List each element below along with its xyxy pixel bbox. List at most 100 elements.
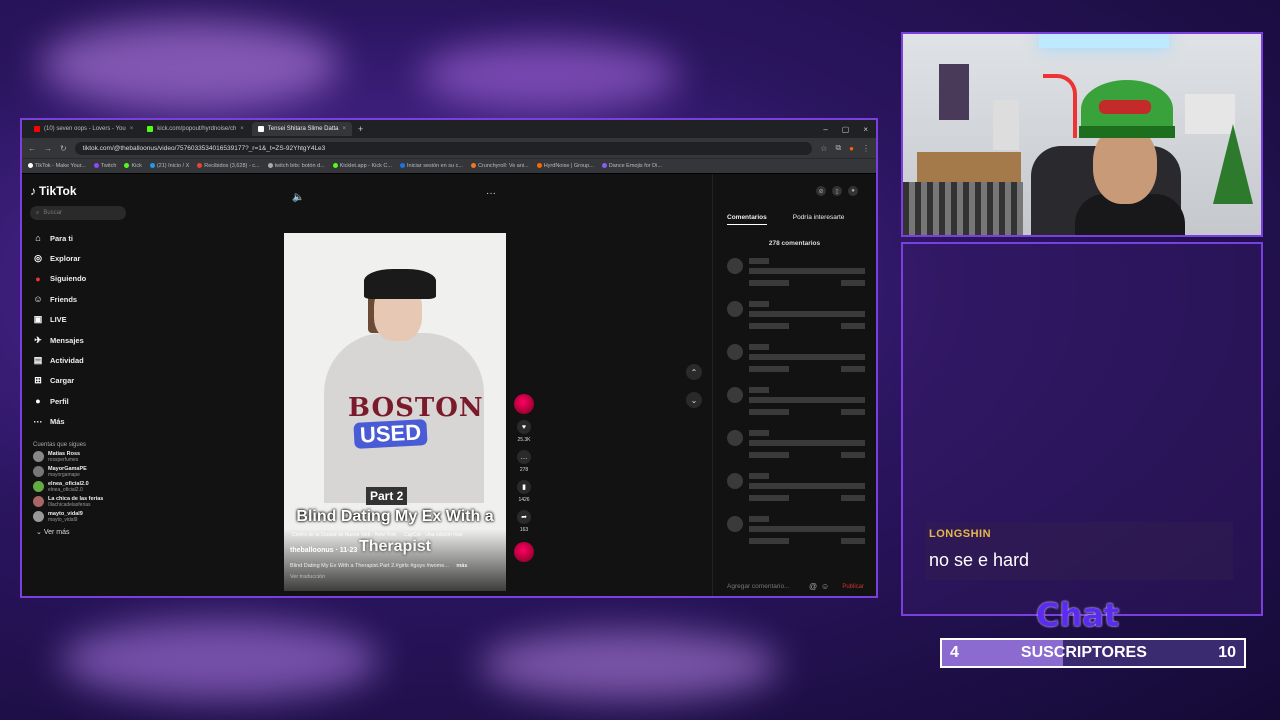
tab-comments[interactable]: Comentarios bbox=[727, 214, 767, 225]
bookmark-item[interactable]: Recibidos (3,628) - c... bbox=[197, 163, 260, 169]
skeleton-line bbox=[749, 311, 865, 317]
nav-item-actividad[interactable]: ▤ Actividad bbox=[30, 350, 126, 370]
bookmark-favicon-icon bbox=[267, 163, 273, 169]
extensions-icon[interactable]: ⧉ bbox=[835, 143, 841, 153]
bookmark-favicon-icon bbox=[536, 163, 542, 169]
menu-icon[interactable]: ⋮ bbox=[862, 144, 870, 153]
maximize-icon[interactable]: ▢ bbox=[842, 125, 850, 134]
address-bar[interactable]: tiktok.com/@theballoonus/video/757603353… bbox=[74, 141, 813, 155]
comment-count-label: 278 comentarios bbox=[768, 240, 821, 247]
account-handle: rossperfumes bbox=[48, 456, 79, 463]
bookmark-item[interactable]: Iniciar sesión en su c... bbox=[400, 163, 463, 169]
nav-item-mensajes[interactable]: ✈ Mensajes bbox=[30, 330, 126, 350]
video-player[interactable]: BOSTON USED Part 2 Blind Dating My Ex Wi… bbox=[284, 233, 506, 591]
publish-button[interactable]: Publicar bbox=[842, 584, 864, 590]
following-account[interactable]: Matias Ross rossperfumes bbox=[33, 451, 126, 463]
creator-avatar[interactable] bbox=[514, 394, 534, 414]
next-video-button[interactable]: ⌄ bbox=[686, 392, 702, 408]
video-person-cap bbox=[364, 269, 436, 299]
avatar bbox=[727, 473, 743, 489]
bookmark-item[interactable]: Crunchyroll: Ve ani... bbox=[470, 163, 529, 169]
nav-item-friends[interactable]: ☺ Friends bbox=[30, 289, 126, 309]
translate-link[interactable]: Ver traducción bbox=[290, 574, 325, 580]
video-author[interactable]: theballoonus · 11-23 bbox=[290, 547, 357, 554]
skeleton-line bbox=[749, 323, 789, 329]
close-window-icon[interactable]: × bbox=[863, 125, 868, 134]
following-account[interactable]: elnea_oficial2.0 elnea_oficial2.0 bbox=[33, 481, 126, 493]
nav-item-m-s[interactable]: ··· Más bbox=[30, 412, 126, 432]
nav-item-live[interactable]: ▣ LIVE bbox=[30, 310, 126, 330]
following-account[interactable]: mayto_vidal9 mayto_vidal9 bbox=[33, 511, 126, 523]
bookmark-icon[interactable]: ▮ bbox=[517, 480, 531, 494]
tab-interest[interactable]: Podría interesarte bbox=[793, 214, 845, 225]
minimize-icon[interactable]: – bbox=[823, 125, 827, 134]
forward-icon[interactable]: → bbox=[44, 144, 52, 153]
nav-item-cargar[interactable]: ⊞ Cargar bbox=[30, 371, 126, 391]
nav-item-siguiendo[interactable]: ● Siguiendo bbox=[30, 269, 126, 289]
more-options-icon[interactable]: ··· bbox=[486, 188, 496, 199]
sound-disc-icon[interactable] bbox=[514, 542, 534, 562]
back-icon[interactable]: ← bbox=[28, 144, 36, 153]
browser-tab[interactable]: kick.com/popout/hyrdnoise/ch × bbox=[141, 122, 250, 136]
nav-item-explorar[interactable]: ◎ Explorar bbox=[30, 248, 126, 268]
comment-icon[interactable]: … bbox=[517, 450, 531, 464]
following-account[interactable]: MayorGamaPE mayorgamape bbox=[33, 466, 126, 478]
following-icon: ● bbox=[35, 273, 41, 284]
comment-skeleton bbox=[727, 258, 867, 294]
bookmark-item[interactable]: HyrdNoise | Group... bbox=[536, 163, 594, 169]
comments-tabs: Comentarios Podría interesarte bbox=[727, 214, 866, 225]
see-more-link[interactable]: ⌄ Ver más bbox=[36, 528, 126, 536]
bookmark-item[interactable]: Kick bbox=[124, 163, 142, 169]
user-avatar[interactable]: ● bbox=[848, 186, 858, 196]
tiktok-logo[interactable]: ♪ TikTok bbox=[30, 184, 126, 198]
following-account[interactable]: La chica de las ferias 0lachicadelasferia… bbox=[33, 496, 126, 508]
mention-icon[interactable]: @ bbox=[809, 582, 817, 591]
device-icon[interactable]: ▯ bbox=[832, 186, 842, 196]
used-sticker: USED bbox=[353, 419, 428, 449]
previous-video-button[interactable]: ⌃ bbox=[686, 364, 702, 380]
star-icon[interactable]: ☆ bbox=[820, 144, 827, 153]
search-icon: ⌕ bbox=[36, 209, 40, 216]
nav-list: ⌂ Para ti ◎ Explorar ● Siguiendo ☺ Friends ▣ LIVE… bbox=[30, 228, 126, 432]
new-tab-icon[interactable]: + bbox=[358, 124, 363, 134]
share-icon[interactable]: ➦ bbox=[517, 510, 531, 524]
browser-tab[interactable]: (10) seven oops - Lovers - You × bbox=[28, 122, 139, 136]
elf-hat-stripe bbox=[1099, 100, 1151, 114]
nav-item-para-ti[interactable]: ⌂ Para ti bbox=[30, 228, 126, 248]
bookmark-item[interactable]: Dance Emojis for Di... bbox=[601, 163, 662, 169]
account-handle: mayto_vidal9 bbox=[48, 516, 78, 523]
more-link[interactable]: más bbox=[456, 563, 467, 569]
skeleton-line bbox=[749, 495, 789, 501]
skeleton-line bbox=[841, 409, 865, 415]
settings-icon[interactable]: ⊘ bbox=[816, 186, 826, 196]
reload-icon[interactable]: ↻ bbox=[60, 144, 67, 153]
skeleton-line bbox=[749, 344, 769, 350]
search-input[interactable]: ⌕ Buscar bbox=[30, 206, 126, 220]
bookmark-item[interactable]: Twitch bbox=[93, 163, 116, 169]
navigation-bar: ← → ↻ tiktok.com/@theballoonus/video/757… bbox=[22, 138, 876, 158]
tiktok-page: ♪ TikTok ⌕ Buscar ⌂ Para ti ◎ Explorar ● Siguie… bbox=[22, 174, 876, 596]
skeleton-line bbox=[841, 452, 865, 458]
video-description: Blind Dating My Ex With a Therapist.Part… bbox=[290, 563, 468, 569]
home-icon: ⌂ bbox=[35, 233, 41, 244]
close-icon[interactable]: × bbox=[240, 126, 244, 132]
video-actions: ♥ 25.3K … 278 ▮ 1426 ➦ 163 bbox=[514, 394, 534, 568]
bookmark-item[interactable]: Kicklet.app - Kick C... bbox=[332, 163, 392, 169]
browser-tab-active[interactable]: Tensei Shitara Slime Datta × bbox=[251, 122, 353, 136]
close-icon[interactable]: × bbox=[130, 126, 134, 132]
comment-input[interactable]: Agregar comentario... bbox=[727, 583, 790, 590]
bookmark-item[interactable]: TikTok - Make Your... bbox=[28, 163, 86, 169]
close-icon[interactable]: × bbox=[343, 126, 347, 132]
like-icon[interactable]: ♥ bbox=[517, 420, 531, 434]
youtube-icon bbox=[34, 126, 40, 132]
following-list: Matias Ross rossperfumes MayorGamaPE mayorg… bbox=[30, 451, 126, 523]
bed bbox=[903, 182, 1023, 235]
bookmark-item[interactable]: twitch bits: botón d... bbox=[267, 163, 325, 169]
background-blob bbox=[420, 40, 680, 110]
nav-item-perfil[interactable]: ● Perfil bbox=[30, 391, 126, 411]
profile-avatar-icon[interactable]: ● bbox=[849, 144, 854, 153]
bookmark-item[interactable]: (21) Inicio / X bbox=[149, 163, 189, 169]
volume-icon[interactable]: 🔈 bbox=[292, 192, 304, 203]
emoji-icon[interactable]: ☺ bbox=[821, 582, 829, 591]
friends-icon: ☺ bbox=[33, 294, 43, 305]
